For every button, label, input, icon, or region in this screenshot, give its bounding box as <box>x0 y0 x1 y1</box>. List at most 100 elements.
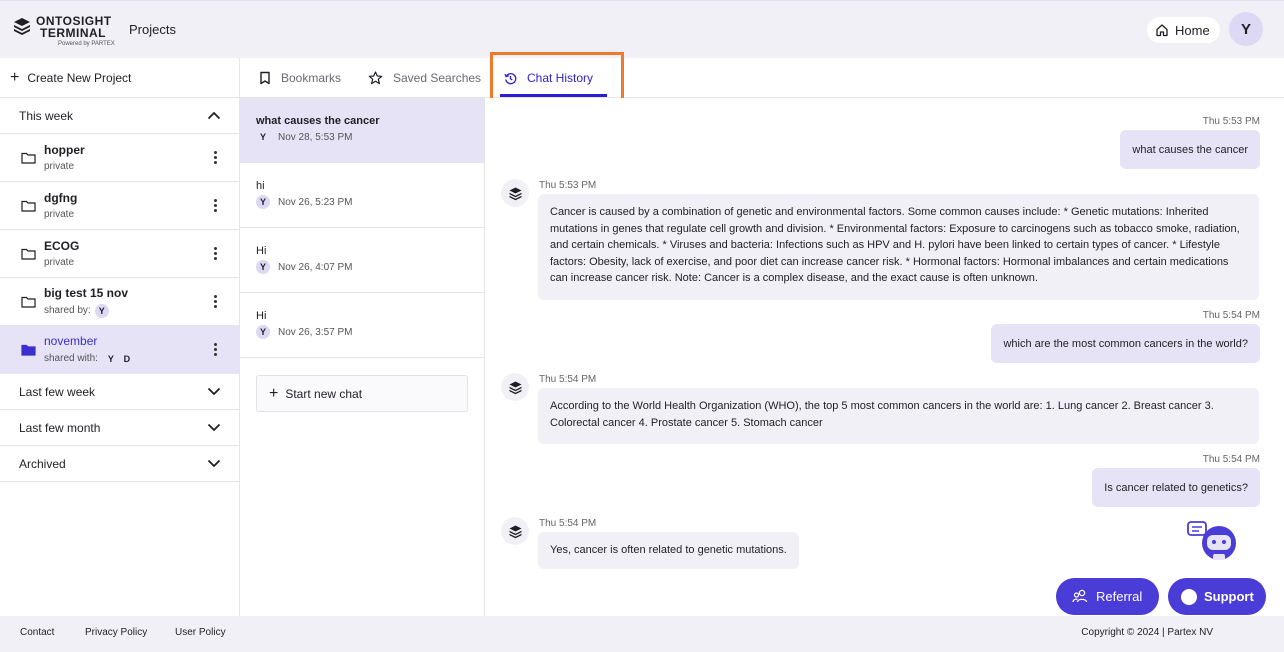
more-options-icon[interactable] <box>214 247 218 260</box>
shared-user-avatar: D <box>123 353 131 364</box>
tab-label: Chat History <box>527 71 594 85</box>
content-tabs: Bookmarks Saved Searches Chat History <box>240 58 1284 98</box>
project-name: hopper <box>44 143 85 157</box>
project-item-selected[interactable]: november shared with: Y D <box>0 326 239 374</box>
project-item[interactable]: ECOG private <box>0 230 239 278</box>
section-label: Last few month <box>19 420 101 435</box>
privacy-policy-link[interactable]: Privacy Policy <box>85 627 147 638</box>
chat-bubble-icon <box>1181 588 1197 605</box>
section-label: This week <box>19 108 74 123</box>
chat-title: what causes the cancer <box>256 115 380 127</box>
section-label: Last few week <box>19 384 96 399</box>
chat-list-item[interactable]: Hi Y Nov 26, 3:57 PM <box>240 293 484 358</box>
project-item[interactable]: hopper private <box>0 134 239 182</box>
shared-label: shared by: <box>44 305 91 316</box>
bookmark-icon <box>260 71 270 85</box>
chat-user-avatar: Y <box>256 325 270 339</box>
support-button[interactable]: Support <box>1168 578 1266 615</box>
chatbot-robot-icon[interactable] <box>1187 521 1242 566</box>
chat-date: Nov 26, 5:23 PM <box>278 196 353 208</box>
start-new-chat-label: Start new chat <box>285 386 363 401</box>
user-policy-link[interactable]: User Policy <box>175 627 226 638</box>
bot-avatar-icon <box>501 517 529 545</box>
message-time: Thu 5:54 PM <box>539 518 597 529</box>
create-project-label: Create New Project <box>27 70 132 85</box>
shared-label: shared with: <box>44 353 98 364</box>
chat-title: Hi <box>256 310 267 322</box>
project-item[interactable]: dgfng private <box>0 182 239 230</box>
referral-button[interactable]: Referral <box>1056 578 1159 615</box>
chat-date: Nov 28, 5:53 PM <box>278 131 353 143</box>
referral-label: Referral <box>1096 589 1143 604</box>
bot-message: Cancer is caused by a combination of gen… <box>538 194 1259 300</box>
logo-word-2: TERMINAL <box>40 26 106 40</box>
more-options-icon[interactable] <box>214 295 218 308</box>
project-visibility: private <box>44 257 75 268</box>
chat-title: Hi <box>256 245 267 257</box>
folder-icon <box>21 152 36 164</box>
more-options-icon[interactable] <box>214 151 218 164</box>
ontosight-logo[interactable]: ONTOSIGHT TERMINAL Powered by PARTEX <box>12 15 115 47</box>
chat-list-item[interactable]: hi Y Nov 26, 5:23 PM <box>240 163 484 228</box>
message-time: Thu 5:54 PM <box>1202 454 1260 465</box>
message-time: Thu 5:54 PM <box>1202 310 1260 321</box>
user-message: Is cancer related to genetics? <box>1092 468 1260 507</box>
chevron-down-icon <box>207 459 221 468</box>
message-time: Thu 5:54 PM <box>539 374 597 385</box>
folder-icon <box>21 344 36 356</box>
chevron-up-icon <box>207 111 221 120</box>
chat-user-avatar: Y <box>256 195 270 209</box>
tab-label: Saved Searches <box>393 71 482 85</box>
logo-subtitle: Powered by PARTEX <box>58 41 115 47</box>
project-name: ECOG <box>44 239 80 253</box>
chevron-down-icon <box>207 387 221 396</box>
shared-user-avatar: Y <box>107 353 114 364</box>
bot-avatar-icon <box>501 373 529 401</box>
project-visibility: private <box>44 161 75 172</box>
copyright-text: Copyright © 2024 | Partex NV <box>1081 627 1213 638</box>
project-name: dgfng <box>44 191 78 205</box>
section-last-few-month[interactable]: Last few month <box>0 410 239 446</box>
message-time: Thu 5:53 PM <box>1202 116 1260 127</box>
more-options-icon[interactable] <box>214 343 218 356</box>
folder-icon <box>21 296 36 308</box>
page-title: Projects <box>129 22 176 37</box>
contact-link[interactable]: Contact <box>20 627 54 638</box>
start-new-chat-button[interactable]: + Start new chat <box>256 375 468 412</box>
chat-conversation: Thu 5:53 PM what causes the cancer Thu 5… <box>485 98 1284 616</box>
chat-list-item[interactable]: Hi Y Nov 26, 4:07 PM <box>240 228 484 293</box>
user-avatar[interactable]: Y <box>1229 12 1263 46</box>
bot-message: According to the World Health Organizati… <box>538 388 1259 444</box>
create-project-button[interactable]: + Create New Project <box>0 58 239 98</box>
section-this-week[interactable]: This week <box>0 98 239 134</box>
home-icon <box>1156 24 1168 37</box>
section-archived[interactable]: Archived <box>0 446 239 482</box>
user-message: which are the most common cancers in the… <box>991 324 1260 363</box>
section-label: Archived <box>19 456 66 471</box>
bot-avatar-icon <box>501 179 529 207</box>
tab-chat-history[interactable]: Chat History <box>504 58 593 98</box>
section-last-few-week[interactable]: Last few week <box>0 374 239 410</box>
users-icon <box>1072 589 1088 603</box>
chat-list-item-selected[interactable]: what causes the cancer Y Nov 28, 5:53 PM <box>240 98 484 163</box>
plus-icon: + <box>269 384 279 402</box>
more-options-icon[interactable] <box>214 199 218 212</box>
footer: Contact Privacy Policy User Policy Copyr… <box>0 616 1284 652</box>
project-name: big test 15 nov <box>44 285 129 300</box>
message-time: Thu 5:53 PM <box>539 180 597 191</box>
active-tab-underline <box>500 94 607 97</box>
chat-user-avatar: Y <box>259 132 266 142</box>
plus-icon: + <box>10 68 20 86</box>
chat-date: Nov 26, 3:57 PM <box>278 326 353 338</box>
home-button[interactable]: Home <box>1147 17 1220 43</box>
tab-saved-searches[interactable]: Saved Searches <box>368 58 481 98</box>
project-item[interactable]: big test 15 nov shared by: Y <box>0 278 239 326</box>
folder-icon <box>21 248 36 260</box>
home-label: Home <box>1175 22 1210 38</box>
project-visibility: private <box>44 209 75 220</box>
folder-icon <box>21 200 36 212</box>
chat-user-avatar: Y <box>256 260 270 274</box>
tab-bookmarks[interactable]: Bookmarks <box>259 58 341 98</box>
project-sharing: shared with: Y D <box>44 352 134 366</box>
projects-sidebar: + Create New Project This week hopper pr… <box>0 58 240 616</box>
